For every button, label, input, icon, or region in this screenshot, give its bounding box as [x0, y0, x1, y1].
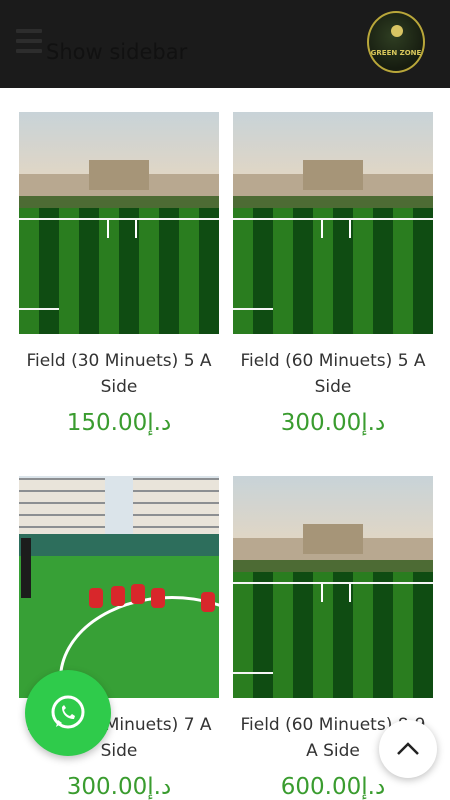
hamburger-icon[interactable]	[16, 29, 42, 61]
chevron-up-icon	[397, 742, 419, 755]
whatsapp-icon	[51, 695, 85, 729]
product-price: 150.00د.إ	[66, 410, 172, 436]
ball-icon	[391, 25, 403, 37]
show-sidebar-button[interactable]: Show sidebar	[46, 40, 187, 64]
product-image[interactable]	[233, 112, 433, 334]
whatsapp-button[interactable]	[25, 670, 111, 756]
top-header: Show sidebar GREEN ZONE	[0, 0, 450, 88]
product-price: 300.00د.إ	[280, 410, 386, 436]
logo-text: GREEN ZONE	[370, 49, 422, 57]
green-zone-logo[interactable]: GREEN ZONE	[367, 11, 425, 73]
product-image[interactable]	[19, 112, 219, 334]
scroll-to-top-button[interactable]	[379, 720, 437, 778]
product-title[interactable]: Field (30 Minuets) 5 A Side	[19, 348, 219, 400]
product-price: 300.00د.إ	[66, 774, 172, 800]
product-image[interactable]	[233, 476, 433, 698]
product-image[interactable]	[19, 476, 219, 698]
product-title[interactable]: Field (60 Minuets) 5 A Side	[233, 348, 433, 400]
product-price: 600.00د.إ	[280, 774, 386, 800]
